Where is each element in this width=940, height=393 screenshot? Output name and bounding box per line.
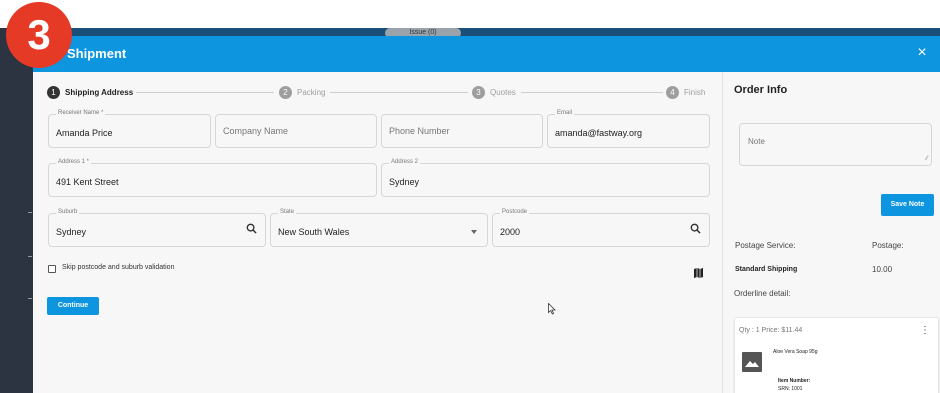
save-note-button[interactable]: Save Note — [881, 194, 934, 216]
postage-label: Postage: — [872, 241, 904, 250]
phone-number-field[interactable]: Phone Number — [381, 114, 543, 148]
qty-price: Qty : 1 Price: $11.44 — [739, 327, 803, 334]
postage-value: 10.00 — [872, 265, 893, 274]
state-select[interactable]: State New South Wales — [270, 209, 488, 247]
background-sidebar — [0, 28, 33, 393]
item-number-label: Item Number: — [778, 378, 811, 384]
field-value: New South Wales — [278, 227, 350, 237]
order-info-panel: Order Info Note ⁄⁄ Save Note Postage Ser… — [722, 72, 940, 393]
map-icon[interactable] — [694, 265, 703, 278]
step-label: Quotes — [490, 87, 516, 97]
field-label: State — [278, 209, 297, 215]
step-connector — [136, 92, 274, 93]
product-name: Aloe Vera Soap 95g — [773, 349, 818, 355]
suburb-field[interactable]: Suburb Sydney — [48, 209, 266, 247]
dialog-title: Shipment — [67, 46, 127, 61]
step-finish[interactable]: 4 Finish — [666, 85, 705, 99]
background-header — [33, 28, 940, 36]
skip-validation-label: Skip postcode and suburb validation — [62, 264, 175, 271]
step-label: Finish — [684, 87, 706, 97]
field-value: Amanda Price — [56, 128, 113, 138]
step-number: 1 — [47, 85, 60, 99]
step-connector — [521, 92, 663, 93]
step-number: 3 — [472, 85, 485, 99]
field-value: amanda@fastway.org — [555, 128, 643, 138]
field-value: Sydney — [389, 177, 420, 187]
dialog-titlebar: Shipment × — [33, 36, 940, 72]
step-number: 2 — [279, 85, 292, 99]
note-placeholder: Note — [748, 137, 765, 146]
field-value: Sydney — [56, 227, 87, 237]
email-field[interactable]: Email amanda@fastway.org — [547, 110, 710, 148]
field-label: Postcode — [500, 209, 530, 215]
screen: Issue (0) 3 Shipment × 1 Shipping Addres… — [0, 0, 940, 393]
company-name-field[interactable]: Company Name — [215, 114, 377, 148]
step-number: 4 — [666, 85, 679, 99]
srn-value: SRN: 1001 — [778, 386, 803, 392]
field-label: Address 2 — [389, 159, 421, 165]
field-label: Receiver Name * — [56, 110, 106, 116]
postage-service-label: Postage Service: — [735, 241, 796, 250]
step-shipping-address[interactable]: 1 Shipping Address — [47, 85, 133, 99]
orderline-label: Orderline detail: — [734, 289, 791, 298]
chevron-down-icon — [471, 230, 477, 234]
image-placeholder-icon — [742, 352, 762, 372]
step-quotes[interactable]: 3 Quotes — [472, 85, 516, 99]
skip-validation-checkbox[interactable] — [48, 265, 56, 273]
close-icon[interactable]: × — [914, 45, 930, 61]
field-label: Email — [555, 110, 575, 116]
mouse-cursor-icon — [548, 302, 556, 315]
step-badge: 3 — [6, 2, 72, 68]
resize-handle-icon[interactable]: ⁄⁄ — [926, 156, 928, 162]
service-value: Standard Shipping — [735, 266, 798, 273]
note-textarea[interactable]: Note ⁄⁄ — [739, 123, 932, 166]
address1-field[interactable]: Address 1 * 491 Kent Street — [48, 159, 377, 197]
field-placeholder: Company Name — [223, 126, 289, 136]
field-value: 2000 — [500, 227, 521, 237]
field-label: Address 1 * — [56, 159, 92, 165]
search-icon[interactable] — [246, 223, 257, 237]
order-info-title: Order Info — [734, 84, 788, 96]
postcode-field[interactable]: Postcode 2000 — [492, 209, 710, 247]
step-label: Packing — [297, 87, 326, 97]
step-label: Shipping Address — [65, 87, 134, 97]
more-options-icon[interactable]: ⋮ — [920, 326, 930, 336]
field-label: Suburb — [56, 209, 80, 215]
field-placeholder: Phone Number — [389, 126, 450, 136]
step-connector — [330, 92, 468, 93]
search-icon[interactable] — [690, 223, 701, 237]
address2-field[interactable]: Address 2 Sydney — [381, 159, 710, 197]
step-packing[interactable]: 2 Packing — [279, 85, 325, 99]
field-value: 491 Kent Street — [56, 177, 119, 187]
continue-button[interactable]: Continue — [47, 297, 99, 315]
receiver-name-field[interactable]: Receiver Name * Amanda Price — [48, 110, 211, 148]
orderline-card: Qty : 1 Price: $11.44 ⋮ Aloe Vera Soap 9… — [734, 317, 939, 393]
